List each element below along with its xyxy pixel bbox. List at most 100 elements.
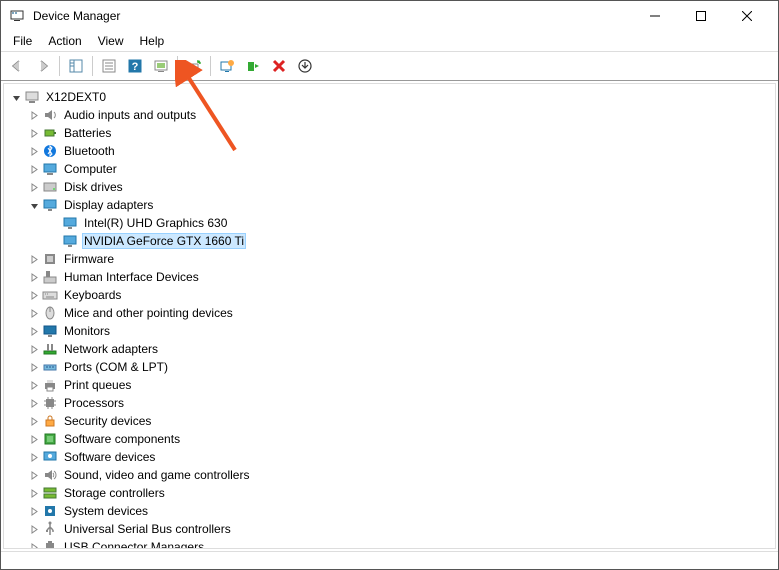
titlebar[interactable]: Device Manager — [1, 1, 778, 31]
tree-category[interactable]: Ports (COM & LPT) — [6, 358, 773, 376]
tree-category-label: Keyboards — [62, 287, 123, 303]
tree-category-label: Sound, video and game controllers — [62, 467, 251, 483]
enable-device-button[interactable] — [241, 54, 265, 78]
security-icon — [42, 413, 58, 429]
audio-icon — [42, 107, 58, 123]
expander-icon[interactable] — [26, 431, 42, 447]
tree-category-label: Human Interface Devices — [62, 269, 201, 285]
scan-hardware-button[interactable] — [149, 54, 173, 78]
tree-category-label: System devices — [62, 503, 150, 519]
tree-category[interactable]: System devices — [6, 502, 773, 520]
tree-category[interactable]: Monitors — [6, 322, 773, 340]
softdev-icon — [42, 449, 58, 465]
tree-category[interactable]: Software devices — [6, 448, 773, 466]
close-button[interactable] — [724, 1, 770, 31]
maximize-button[interactable] — [678, 1, 724, 31]
tree-category[interactable]: Storage controllers — [6, 484, 773, 502]
tree-category-label: Firmware — [62, 251, 116, 267]
expander-icon[interactable] — [26, 323, 42, 339]
expander-icon[interactable] — [26, 143, 42, 159]
update-driver-button[interactable] — [182, 54, 206, 78]
toolbar: ? — [1, 51, 778, 81]
expander-icon[interactable] — [8, 89, 24, 105]
expander-icon[interactable] — [26, 521, 42, 537]
expander-icon[interactable] — [26, 359, 42, 375]
computer-icon — [42, 161, 58, 177]
expander-icon[interactable] — [26, 305, 42, 321]
help-button[interactable]: ? — [123, 54, 147, 78]
disable-device-button[interactable] — [267, 54, 291, 78]
show-hide-console-tree-button[interactable] — [64, 54, 88, 78]
monitor-icon — [42, 323, 58, 339]
menu-action[interactable]: Action — [40, 32, 89, 50]
expander-icon[interactable] — [26, 467, 42, 483]
tree-category-label: Display adapters — [62, 197, 155, 213]
tree-category-label: Software components — [62, 431, 182, 447]
expander-icon[interactable] — [26, 395, 42, 411]
tree-category[interactable]: USB Connector Managers — [6, 538, 773, 549]
expander-icon[interactable] — [26, 341, 42, 357]
cpu-icon — [42, 395, 58, 411]
tree-category-label: Ports (COM & LPT) — [62, 359, 170, 375]
expander-icon[interactable] — [26, 287, 42, 303]
tree-category[interactable]: Security devices — [6, 412, 773, 430]
tree-category-label: Software devices — [62, 449, 157, 465]
usb-icon — [42, 521, 58, 537]
expander-icon[interactable] — [26, 197, 42, 213]
menu-view[interactable]: View — [90, 32, 132, 50]
tree-device[interactable]: NVIDIA GeForce GTX 1660 Ti — [6, 232, 773, 250]
tree-category[interactable]: Computer — [6, 160, 773, 178]
add-legacy-hardware-button[interactable] — [293, 54, 317, 78]
port-icon — [42, 359, 58, 375]
display-icon — [42, 197, 58, 213]
tree-category[interactable]: Audio inputs and outputs — [6, 106, 773, 124]
expander-icon[interactable] — [26, 377, 42, 393]
properties-button[interactable] — [97, 54, 121, 78]
uninstall-device-button[interactable] — [215, 54, 239, 78]
tree-category[interactable]: Disk drives — [6, 178, 773, 196]
expander-icon[interactable] — [26, 449, 42, 465]
tree-category[interactable]: Display adapters — [6, 196, 773, 214]
minimize-button[interactable] — [632, 1, 678, 31]
tree-category[interactable]: Batteries — [6, 124, 773, 142]
tree-category[interactable]: Mice and other pointing devices — [6, 304, 773, 322]
expander-icon[interactable] — [26, 413, 42, 429]
tree-category[interactable]: Sound, video and game controllers — [6, 466, 773, 484]
expander-icon[interactable] — [26, 125, 42, 141]
forward-button[interactable] — [31, 54, 55, 78]
menu-help[interactable]: Help — [132, 32, 173, 50]
tree-category[interactable]: Human Interface Devices — [6, 268, 773, 286]
tree-category[interactable]: Keyboards — [6, 286, 773, 304]
expander-icon[interactable] — [26, 179, 42, 195]
tree-category-label: Monitors — [62, 323, 112, 339]
tree-category[interactable]: Print queues — [6, 376, 773, 394]
expander-icon[interactable] — [26, 269, 42, 285]
expander-icon[interactable] — [26, 503, 42, 519]
disk-icon — [42, 179, 58, 195]
tree-device[interactable]: Intel(R) UHD Graphics 630 — [6, 214, 773, 232]
tree-category-label: Audio inputs and outputs — [62, 107, 198, 123]
expander-icon[interactable] — [26, 485, 42, 501]
tree-category[interactable]: Processors — [6, 394, 773, 412]
tree-category[interactable]: Software components — [6, 430, 773, 448]
tree-category-label: Network adapters — [62, 341, 160, 357]
tree-root-label: X12DEXT0 — [44, 89, 108, 105]
tree-category[interactable]: Network adapters — [6, 340, 773, 358]
back-button[interactable] — [5, 54, 29, 78]
tree-category[interactable]: Firmware — [6, 250, 773, 268]
computer-root-icon — [24, 89, 40, 105]
expander-icon[interactable] — [26, 539, 42, 549]
tree-category[interactable]: Bluetooth — [6, 142, 773, 160]
tree-category[interactable]: Universal Serial Bus controllers — [6, 520, 773, 538]
expander-icon[interactable] — [26, 161, 42, 177]
usbcm-icon — [42, 539, 58, 549]
network-icon — [42, 341, 58, 357]
expander-icon[interactable] — [26, 107, 42, 123]
storage-icon — [42, 485, 58, 501]
tree-root[interactable]: X12DEXT0 — [6, 88, 773, 106]
menubar: File Action View Help — [1, 31, 778, 51]
device-tree[interactable]: X12DEXT0 Audio inputs and outputsBatterie… — [3, 83, 776, 549]
menu-file[interactable]: File — [5, 32, 40, 50]
expander-icon[interactable] — [26, 251, 42, 267]
battery-icon — [42, 125, 58, 141]
